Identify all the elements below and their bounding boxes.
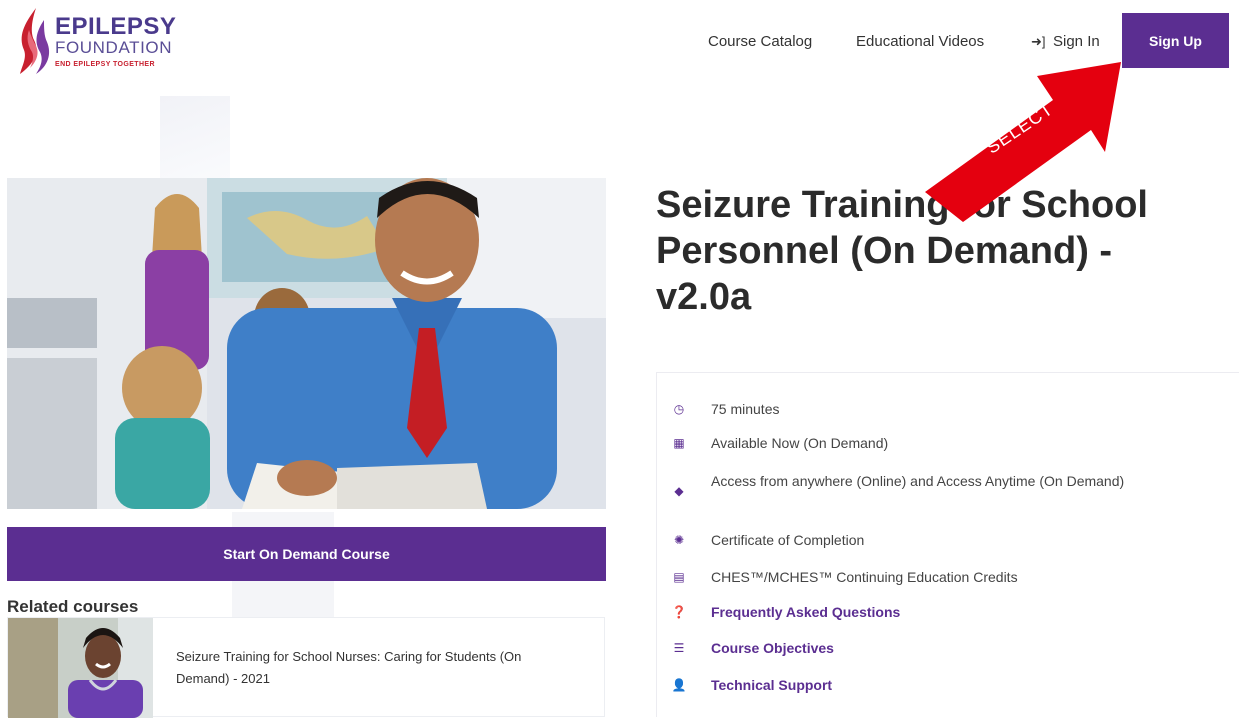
course-title: Seizure Training for School Personnel (O… <box>656 184 1148 318</box>
nav-sign-in[interactable]: ➜] Sign In <box>1031 33 1100 51</box>
sign-up-button[interactable]: Sign Up <box>1122 13 1229 68</box>
logo-name-line2: FOUNDATION <box>55 38 173 57</box>
certificate-icon: ✺ <box>673 533 685 547</box>
course-hero-image <box>7 178 606 509</box>
start-course-button[interactable]: Start On Demand Course <box>7 527 606 581</box>
user-support-icon: 👤 <box>671 678 687 692</box>
location-icon: ◆ <box>674 484 684 498</box>
course-details-panel: ◷ 75 minutes ▦ Available Now (On Demand)… <box>656 372 1239 717</box>
logo-flame-icon <box>20 8 50 74</box>
nav-course-catalog[interactable]: Course Catalog <box>708 33 812 51</box>
select-annotation-label: SELECT <box>982 98 1057 158</box>
classroom-photo <box>7 178 606 509</box>
credits-icon: ▤ <box>673 570 685 584</box>
related-courses-heading: Related courses <box>7 597 139 616</box>
calendar-icon: ▦ <box>673 436 685 450</box>
nav-educational-videos[interactable]: Educational Videos <box>856 33 984 51</box>
list-icon: ☰ <box>673 641 685 655</box>
logo-tagline: END EPILEPSY TOGETHER <box>55 61 155 68</box>
logo-name-line1: EPILEPSY <box>55 13 177 40</box>
sign-in-label: Sign In <box>1053 33 1100 50</box>
related-course-title[interactable]: Seizure Training for School Nurses: Cari… <box>176 646 576 690</box>
clock-icon: ◷ <box>673 402 685 416</box>
sign-in-icon: ➜] <box>1031 34 1046 49</box>
nurse-photo <box>8 618 153 718</box>
related-course-card[interactable]: Seizure Training for School Nurses: Cari… <box>7 617 605 718</box>
logo[interactable]: EPILEPSY FOUNDATION END EPILEPSY TOGETHE… <box>14 6 214 78</box>
related-course-thumbnail <box>8 618 153 718</box>
question-icon: ❓ <box>671 605 687 619</box>
decorative-shape <box>160 96 230 181</box>
